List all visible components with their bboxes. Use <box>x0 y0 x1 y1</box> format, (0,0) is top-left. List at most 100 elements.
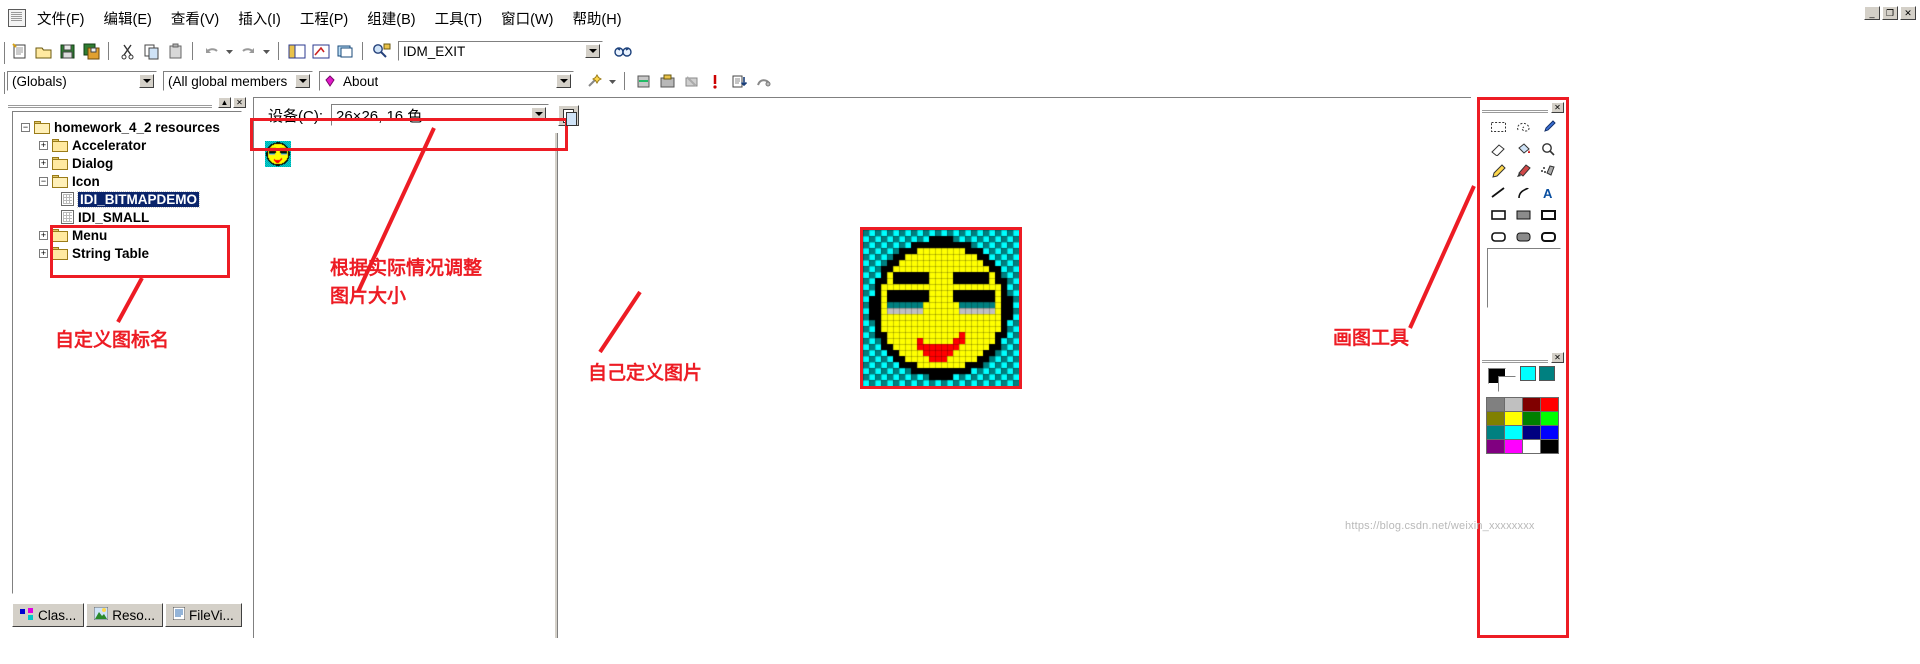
symbol-combo[interactable]: About <box>319 71 574 91</box>
expander-icon[interactable]: + <box>39 140 48 150</box>
wizard-bar-icon[interactable] <box>583 70 605 92</box>
breakpoint-icon[interactable] <box>752 70 774 92</box>
find-combo[interactable]: IDM_EXIT <box>398 41 603 61</box>
globals-combo[interactable]: (Globals) <box>7 71 157 91</box>
outline-rounded-rect-icon[interactable] <box>1536 226 1561 248</box>
device-combo[interactable]: 26×26, 16 色 <box>331 104 549 126</box>
expander-icon[interactable]: + <box>39 230 48 240</box>
output-icon[interactable] <box>310 40 332 62</box>
execute-icon[interactable] <box>704 70 726 92</box>
palette-color-swatch[interactable] <box>1504 411 1523 426</box>
tree-node-root[interactable]: − homework_4_2 resources <box>21 118 241 136</box>
line-icon[interactable] <box>1486 182 1511 204</box>
find-input[interactable]: IDM_EXIT <box>399 44 465 59</box>
palette-color-swatch[interactable] <box>1486 397 1505 412</box>
close-button[interactable]: ✕ <box>1900 6 1916 20</box>
menu-view[interactable]: 查看(V) <box>168 6 222 31</box>
tree-node-idi-small[interactable]: IDI_SMALL <box>21 208 241 226</box>
copy-icon[interactable] <box>140 40 162 62</box>
paste-icon[interactable] <box>164 40 186 62</box>
pencil-icon[interactable] <box>1486 160 1511 182</box>
menu-tools[interactable]: 工具(T) <box>432 6 486 31</box>
palette-color-swatch[interactable] <box>1540 439 1559 454</box>
palette-color-swatch[interactable] <box>1540 411 1559 426</box>
menu-build[interactable]: 组建(B) <box>364 6 418 31</box>
expander-icon[interactable]: + <box>39 158 48 168</box>
menu-project[interactable]: 工程(P) <box>297 6 351 31</box>
menu-edit[interactable]: 编辑(E) <box>101 6 155 31</box>
magnifier-icon[interactable] <box>1536 138 1561 160</box>
color-palette-grid[interactable] <box>1486 397 1563 454</box>
open-folder-icon[interactable] <box>32 40 54 62</box>
background-color-swatch[interactable] <box>1498 376 1516 392</box>
colors-palette-close-button[interactable]: ✕ <box>1551 352 1564 363</box>
restore-button[interactable]: ❐ <box>1882 6 1898 20</box>
tree-node-idi-bitmapdemo[interactable]: IDI_BITMAPDEMO <box>21 190 241 208</box>
window-list-icon[interactable] <box>334 40 356 62</box>
tab-class-view[interactable]: Clas... <box>12 603 85 627</box>
menu-help[interactable]: 帮助(H) <box>569 6 624 31</box>
palette-color-swatch[interactable] <box>1540 397 1559 412</box>
expander-icon[interactable]: − <box>21 122 30 132</box>
graphics-toolbar-title[interactable]: ✕ <box>1482 102 1564 113</box>
expander-icon[interactable]: − <box>39 176 48 186</box>
airbrush-icon[interactable] <box>1536 160 1561 182</box>
palette-color-swatch[interactable] <box>1504 439 1523 454</box>
build-icon[interactable] <box>656 70 678 92</box>
palette-color-swatch[interactable] <box>1486 425 1505 440</box>
save-icon[interactable] <box>56 40 78 62</box>
palette-color-swatch[interactable] <box>1486 411 1505 426</box>
inverse-color-swatch[interactable] <box>1539 366 1555 381</box>
lasso-select-icon[interactable] <box>1511 116 1536 138</box>
tool-options-preview[interactable] <box>1487 248 1561 308</box>
redo-icon[interactable] <box>237 40 259 62</box>
find-in-files-icon[interactable] <box>370 40 394 62</box>
tab-file-view[interactable]: FileVi... <box>165 603 242 627</box>
icon-actual-size-preview[interactable] <box>265 141 291 167</box>
palette-color-swatch[interactable] <box>1522 439 1541 454</box>
tree-node-icon-folder[interactable]: − Icon <box>21 172 241 190</box>
undo-dropdown-icon[interactable] <box>224 40 235 62</box>
symbol-combo-arrow[interactable] <box>556 74 571 88</box>
fill-bucket-icon[interactable] <box>1511 138 1536 160</box>
find-icon[interactable] <box>611 40 635 62</box>
eraser-icon[interactable] <box>1486 138 1511 160</box>
cut-icon[interactable] <box>116 40 138 62</box>
filled-rectangle-icon[interactable] <box>1511 204 1536 226</box>
members-combo-arrow[interactable] <box>295 74 310 88</box>
color-pick-icon[interactable] <box>1536 116 1561 138</box>
wizardbar-grip[interactable] <box>2 72 5 94</box>
save-all-icon[interactable] <box>80 40 102 62</box>
tree-node-accelerator[interactable]: + Accelerator <box>21 136 241 154</box>
members-combo[interactable]: (All global members <box>163 71 313 91</box>
tab-resource-view[interactable]: Reso... <box>86 603 164 627</box>
palette-color-swatch[interactable] <box>1486 439 1505 454</box>
palette-color-swatch[interactable] <box>1522 397 1541 412</box>
graphics-toolbar-close-button[interactable]: ✕ <box>1551 102 1564 113</box>
menu-file[interactable]: 文件(F) <box>34 6 88 31</box>
tree-node-menu[interactable]: + Menu <box>21 226 241 244</box>
curve-icon[interactable] <box>1511 182 1536 204</box>
icon-pixel-grid[interactable] <box>863 230 1019 386</box>
tree-node-dialog[interactable]: + Dialog <box>21 154 241 172</box>
expander-icon[interactable]: + <box>39 248 48 258</box>
palette-color-swatch[interactable] <box>1522 425 1541 440</box>
text-icon[interactable]: A <box>1536 182 1561 204</box>
filled-rounded-rect-icon[interactable] <box>1511 226 1536 248</box>
globals-combo-arrow[interactable] <box>139 74 154 88</box>
icon-zoomed-editor[interactable] <box>860 227 1022 389</box>
screen-color-swatch[interactable] <box>1520 366 1536 381</box>
colors-palette-title[interactable]: ✕ <box>1482 352 1564 363</box>
workspace-close-button[interactable]: ✕ <box>233 97 246 108</box>
redo-dropdown-icon[interactable] <box>261 40 272 62</box>
workspace-icon[interactable] <box>286 40 308 62</box>
selected-colors[interactable] <box>1488 368 1516 394</box>
toolbar-grip[interactable] <box>2 42 5 64</box>
workspace-minimize-button[interactable]: ▲ <box>218 97 231 108</box>
new-device-image-icon[interactable] <box>558 104 579 126</box>
brush-icon[interactable] <box>1511 160 1536 182</box>
palette-color-swatch[interactable] <box>1504 425 1523 440</box>
new-file-icon[interactable] <box>8 40 30 62</box>
stop-build-icon[interactable] <box>680 70 702 92</box>
device-combo-arrow[interactable] <box>531 107 546 121</box>
